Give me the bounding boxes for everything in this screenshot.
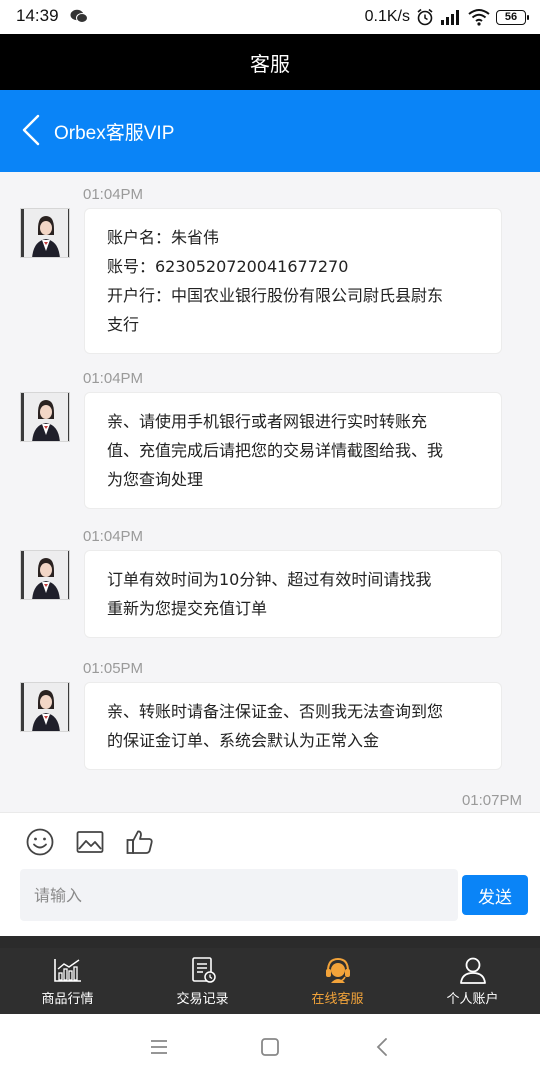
send-button[interactable]: 发送 bbox=[462, 875, 528, 915]
battery-icon: 56 bbox=[496, 9, 529, 25]
page-title: 客服 bbox=[250, 51, 290, 76]
signal-icon bbox=[441, 10, 459, 25]
tab-account[interactable]: 个人账户 bbox=[405, 948, 540, 1014]
agent-avatar[interactable] bbox=[20, 682, 70, 732]
agent-avatar[interactable] bbox=[20, 208, 70, 258]
title-bar: 客服 bbox=[0, 34, 540, 90]
message-line: 的保证金订单、系统会默认为正常入金 bbox=[107, 731, 380, 750]
message-time: 01:04PM bbox=[83, 186, 144, 203]
message-line: 支行 bbox=[107, 315, 140, 334]
agent-photo bbox=[21, 209, 69, 257]
home-icon[interactable] bbox=[259, 1036, 281, 1058]
message-time: 01:05PM bbox=[83, 660, 144, 677]
message-line: 值、充值完成后请把您的交易详情截图给我、我 bbox=[107, 441, 444, 460]
agent-photo bbox=[21, 683, 69, 731]
message-line: 为您查询处理 bbox=[107, 470, 204, 489]
tab-trade-records[interactable]: 交易记录 bbox=[135, 948, 270, 1014]
message-time: 01:04PM bbox=[83, 528, 144, 545]
tab-customer-service[interactable]: 在线客服 bbox=[270, 948, 405, 1014]
chevron-left-icon[interactable] bbox=[18, 110, 46, 150]
message-time: 01:04PM bbox=[83, 370, 144, 387]
menu-icon[interactable] bbox=[148, 1036, 170, 1058]
back-icon[interactable] bbox=[372, 1036, 394, 1058]
alarm-icon bbox=[417, 8, 433, 26]
divider bbox=[0, 936, 540, 948]
customer-service-icon bbox=[325, 957, 350, 983]
chat-title: Orbex客服VIP bbox=[54, 123, 175, 144]
message-line: 重新为您提交充值订单 bbox=[107, 599, 268, 618]
status-bar: 14:39 0.1K/s 56 bbox=[0, 0, 540, 34]
wifi-icon bbox=[468, 9, 490, 26]
message-line: 订单有效时间为10分钟、超过有效时间请找我 bbox=[107, 570, 432, 589]
network-speed: 0.1K/s bbox=[364, 8, 410, 25]
wechat-icon bbox=[70, 9, 88, 23]
thumbs-up-icon[interactable] bbox=[125, 827, 155, 857]
image-icon[interactable] bbox=[75, 827, 105, 857]
message-bubble[interactable]: 账户名：朱省伟 账号：6230520720041677270 开户行：中国农业银… bbox=[84, 208, 502, 354]
bottom-tab-bar: 商品行情 交易记录 在线客服 个人账户 bbox=[0, 948, 540, 1014]
trade-record-icon bbox=[191, 957, 216, 983]
status-time: 14:39 bbox=[16, 6, 59, 25]
composer: 发送 bbox=[0, 812, 540, 936]
tab-label: 交易记录 bbox=[176, 992, 229, 1007]
message-line: 开户行：中国农业银行股份有限公司尉氏县尉东 bbox=[107, 286, 444, 305]
market-chart-icon bbox=[53, 959, 81, 982]
chat-header: Orbex客服VIP bbox=[0, 90, 540, 172]
message-line: 账号：6230520720041677270 bbox=[107, 257, 349, 276]
agent-photo bbox=[21, 393, 69, 441]
system-nav-bar bbox=[0, 1014, 540, 1080]
message-line: 亲、转账时请备注保证金、否则我无法查询到您 bbox=[107, 702, 444, 721]
message-input[interactable] bbox=[20, 869, 458, 921]
message-bubble[interactable]: 亲、转账时请备注保证金、否则我无法查询到您 的保证金订单、系统会默认为正常入金 bbox=[84, 682, 502, 770]
tab-market[interactable]: 商品行情 bbox=[0, 948, 135, 1014]
tab-label: 商品行情 bbox=[41, 992, 94, 1007]
message-list[interactable]: 01:04PM 账户名：朱省伟 账号：6230520720041677270 开… bbox=[0, 172, 540, 812]
message-bubble[interactable]: 订单有效时间为10分钟、超过有效时间请找我 重新为您提交充值订单 bbox=[84, 550, 502, 638]
message-bubble[interactable]: 亲、请使用手机银行或者网银进行实时转账充 值、充值完成后请把您的交易详情截图给我… bbox=[84, 392, 502, 509]
smiley-icon[interactable] bbox=[25, 827, 55, 857]
message-line: 账户名：朱省伟 bbox=[107, 228, 220, 247]
tab-label: 个人账户 bbox=[446, 992, 499, 1007]
status-right: 0.1K/s 56 bbox=[364, 5, 529, 29]
user-icon bbox=[459, 957, 486, 984]
message-line: 亲、请使用手机银行或者网银进行实时转账充 bbox=[107, 412, 428, 431]
agent-photo bbox=[21, 551, 69, 599]
agent-avatar[interactable] bbox=[20, 392, 70, 442]
tab-label: 在线客服 bbox=[311, 992, 364, 1007]
agent-avatar[interactable] bbox=[20, 550, 70, 600]
message-time: 01:07PM bbox=[461, 792, 522, 809]
